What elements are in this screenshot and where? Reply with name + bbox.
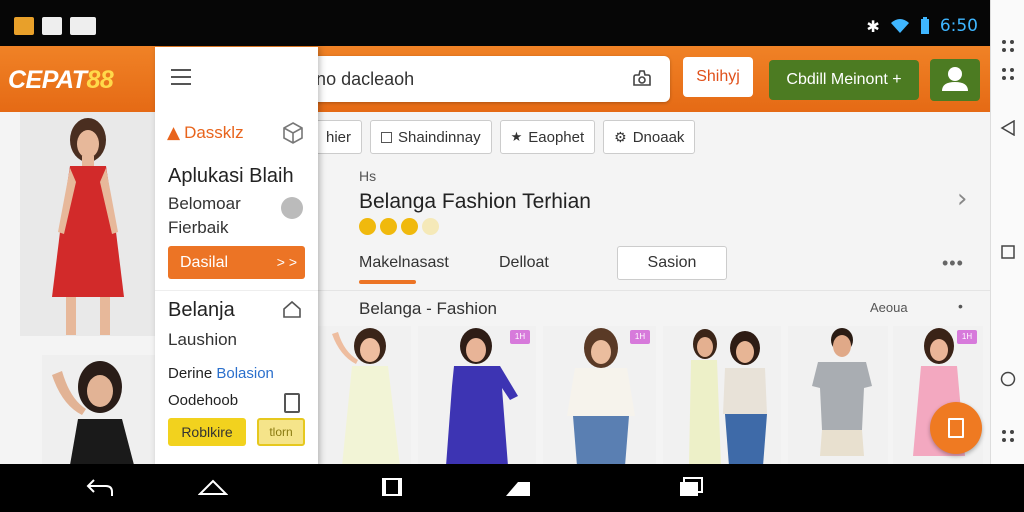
product-card[interactable] bbox=[788, 326, 888, 466]
app-icon bbox=[14, 17, 34, 35]
brand-icon: ▲ bbox=[167, 123, 181, 143]
recent-square-icon[interactable] bbox=[1000, 244, 1016, 260]
tab-2[interactable]: Sasion bbox=[617, 246, 727, 280]
active-tab-indicator bbox=[359, 280, 416, 284]
drawer-link-row[interactable]: Derine Bolasion bbox=[168, 365, 274, 382]
action-button[interactable]: Cbdill Meinont + bbox=[769, 60, 919, 100]
grid-icon bbox=[70, 17, 96, 35]
grid-dots-icon[interactable] bbox=[1000, 38, 1016, 54]
model-red-dress bbox=[52, 118, 124, 335]
tab-0[interactable]: Makelnasast bbox=[359, 254, 449, 272]
drawer-title-app: Aplukasi Blaih bbox=[168, 165, 294, 187]
model-black-top bbox=[52, 361, 134, 465]
rating-dot bbox=[380, 218, 397, 235]
category-chips: hier Shaindinnay ★ Eaophet ⚙ Dnoaak bbox=[300, 120, 696, 154]
section-title: Belanga Fashion Terhian bbox=[359, 190, 591, 213]
camera-icon[interactable] bbox=[630, 67, 654, 91]
chevron-right-icon[interactable]: › bbox=[957, 184, 967, 214]
profile-button[interactable] bbox=[930, 59, 980, 101]
image-icon bbox=[42, 17, 62, 35]
more-circle-icon[interactable] bbox=[281, 197, 303, 219]
rating-dot bbox=[401, 218, 418, 235]
product-image bbox=[567, 328, 635, 466]
section-label: Hs bbox=[359, 168, 377, 184]
product-image bbox=[689, 329, 767, 466]
brand-label: Dassklz bbox=[184, 123, 244, 142]
bluetooth-icon: ✱ bbox=[866, 16, 880, 36]
drawer-outline-button[interactable]: tlorn bbox=[257, 418, 305, 446]
status-bar: ✱ 6:50 bbox=[0, 0, 990, 46]
clock: 6:50 bbox=[939, 16, 978, 36]
product-card[interactable] bbox=[663, 326, 781, 466]
star-icon: ★ bbox=[510, 129, 523, 144]
system-nav-bar bbox=[0, 464, 1024, 512]
home-icon[interactable] bbox=[282, 300, 302, 318]
drawer-primary-label: Dasilal bbox=[180, 254, 229, 271]
list-filter-label[interactable]: Aeoua bbox=[870, 300, 908, 315]
battery-icon bbox=[920, 17, 929, 34]
divider bbox=[318, 290, 990, 291]
drawer-yellow-button[interactable]: Roblkire bbox=[168, 418, 246, 446]
product-image bbox=[812, 328, 872, 456]
list-options-icon[interactable]: • bbox=[958, 298, 963, 314]
drawer-link[interactable]: Bolasion bbox=[216, 365, 274, 382]
product-card[interactable]: 1H bbox=[418, 326, 536, 466]
drawer-subtitle-1: Belomoar bbox=[168, 194, 241, 213]
product-card[interactable]: 1H bbox=[543, 326, 656, 466]
list-title: Belanga - Fashion bbox=[359, 299, 497, 318]
document-icon bbox=[948, 418, 964, 438]
gear-icon: ⚙ bbox=[614, 128, 627, 145]
lock-icon[interactable] bbox=[284, 393, 300, 413]
drawer-divider bbox=[155, 290, 318, 291]
more-options-icon[interactable]: ••• bbox=[942, 253, 964, 274]
drawer-subtitle-3: Laushion bbox=[168, 330, 238, 349]
overview-icon[interactable] bbox=[678, 476, 704, 498]
home-icon-nav[interactable] bbox=[198, 476, 228, 498]
drawer-subtitle-5: Oodehoob bbox=[168, 392, 239, 409]
product-badge: 1H bbox=[957, 330, 977, 344]
square-icon bbox=[381, 131, 393, 143]
drawer-subtitle-2: Fierbaik bbox=[168, 218, 229, 237]
rating-dot bbox=[359, 218, 376, 235]
fashion-photo-1[interactable] bbox=[20, 112, 155, 336]
app-header: CEPAT88 Ldelaiono dacleaoh Shihyj Cbdill… bbox=[0, 46, 990, 112]
user-icon bbox=[942, 67, 968, 91]
drawer-brand[interactable]: ▲ Dassklz bbox=[167, 123, 244, 143]
product-badge: 1H bbox=[510, 330, 530, 344]
floating-action-button[interactable] bbox=[930, 402, 982, 454]
cube-icon[interactable] bbox=[281, 121, 305, 145]
wifi-icon bbox=[890, 19, 909, 33]
menu-icon[interactable] bbox=[171, 69, 191, 85]
product-image bbox=[332, 328, 400, 466]
double-chevron-icon: > > bbox=[276, 254, 297, 270]
chip-3[interactable]: ⚙ Dnoaak bbox=[603, 120, 696, 154]
side-nav-strip bbox=[990, 0, 1024, 476]
back-triangle-icon[interactable] bbox=[1000, 120, 1016, 136]
fashion-photo-2[interactable] bbox=[42, 355, 155, 465]
recents-icon[interactable] bbox=[380, 476, 404, 498]
drawer-title-shop: Belanja bbox=[168, 299, 235, 321]
back-icon[interactable] bbox=[86, 476, 114, 498]
tab-1[interactable]: Delloat bbox=[499, 254, 549, 272]
drawer-primary-button[interactable]: Dasilal > > bbox=[168, 246, 305, 279]
shop-button[interactable]: Shihyj bbox=[683, 57, 753, 97]
product-badge: 1H bbox=[630, 330, 650, 344]
chip-2[interactable]: ★ Eaophet bbox=[499, 120, 596, 154]
grid-dots-icon-2[interactable] bbox=[1000, 66, 1016, 82]
rating-dot-empty bbox=[422, 218, 439, 235]
chip-1[interactable]: Shaindinnay bbox=[370, 120, 492, 154]
home-filled-icon[interactable] bbox=[504, 476, 532, 498]
product-card[interactable] bbox=[318, 326, 411, 466]
product-image bbox=[446, 328, 518, 466]
rating-dots bbox=[359, 218, 439, 235]
grid-dots-icon-3[interactable] bbox=[1000, 428, 1016, 444]
screen: ✱ 6:50 CEPAT88 Ldelaiono dacleaoh Shihyj… bbox=[0, 0, 1024, 512]
side-drawer: ▲ Dassklz Aplukasi Blaih Belomoar Fierba… bbox=[155, 47, 318, 467]
logo[interactable]: CEPAT88 bbox=[8, 66, 114, 95]
home-circle-icon[interactable] bbox=[1000, 371, 1016, 387]
